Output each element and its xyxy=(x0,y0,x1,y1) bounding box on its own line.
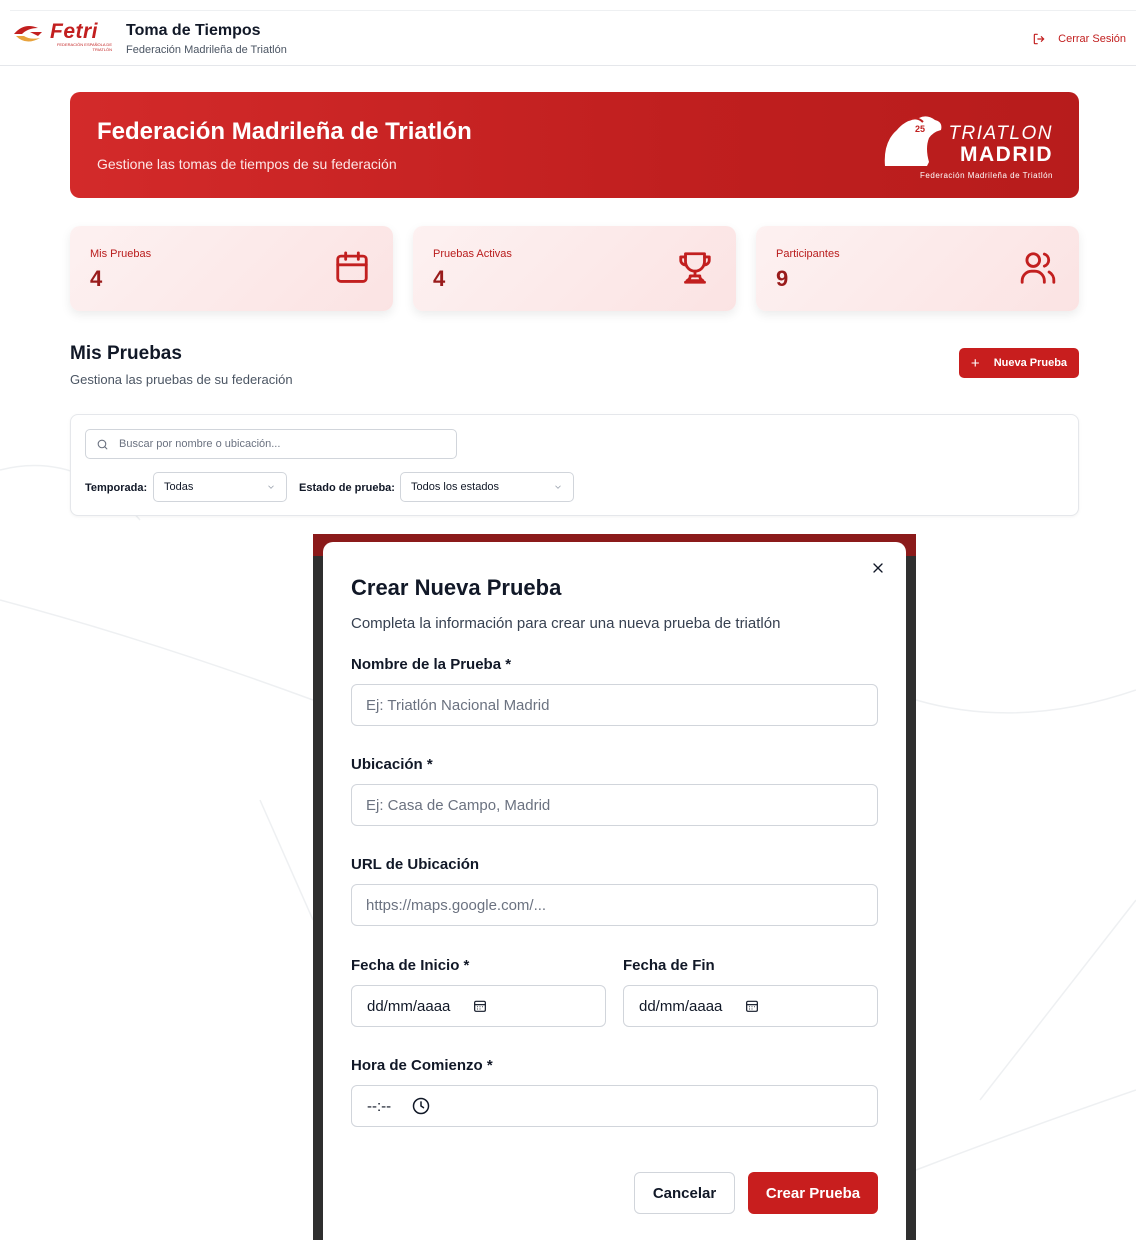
create-event-dialog: Crear Nueva Prueba Completa la informaci… xyxy=(323,542,906,1240)
start-date-label: Fecha de Inicio * xyxy=(351,957,470,974)
search-input[interactable]: Buscar por nombre o ubicación... xyxy=(85,429,457,459)
top-bar: Fetri FEDERACIÓN ESPAÑOLA DE TRIATLÓN To… xyxy=(0,0,1136,66)
stat-value: 4 xyxy=(433,266,446,291)
name-placeholder: Ej: Triatlón Nacional Madrid xyxy=(366,696,550,714)
location-label: Ubicación * xyxy=(351,756,433,773)
logo-line-triatlon: TRIATLON xyxy=(948,123,1053,144)
section-subtitle: Gestiona las pruebas de su federación xyxy=(70,372,293,387)
season-value: Todas xyxy=(164,481,194,493)
logout-button[interactable]: Cerrar Sesión xyxy=(1032,32,1126,46)
dialog-subtitle: Completa la información para crear una n… xyxy=(351,615,781,632)
stat-card-pruebas-activas: Pruebas Activas 4 xyxy=(413,226,736,311)
banner-subtitle: Gestione las tomas de tiempos de su fede… xyxy=(97,156,397,172)
url-placeholder: https://maps.google.com/... xyxy=(366,896,547,914)
search-icon xyxy=(97,439,108,449)
start-time-placeholder: --:-- xyxy=(367,1097,392,1115)
start-date-placeholder: dd/mm/aaaa xyxy=(367,997,451,1015)
dialog-title: Crear Nueva Prueba xyxy=(351,575,562,600)
calendar-picker-icon[interactable] xyxy=(472,998,488,1014)
trophy-icon xyxy=(679,252,711,284)
fetri-emblem-icon xyxy=(14,26,42,42)
logout-icon xyxy=(1033,33,1045,45)
season-select[interactable]: Todas xyxy=(153,472,287,502)
fetri-logo-text: Fetri xyxy=(50,20,99,43)
search-placeholder: Buscar por nombre o ubicación... xyxy=(119,438,281,450)
status-value: Todos los estados xyxy=(411,481,500,493)
calendar-icon xyxy=(336,251,368,283)
stat-value: 9 xyxy=(776,266,789,291)
plus-icon: + xyxy=(970,354,980,372)
fetri-logo: Fetri FEDERACIÓN ESPAÑOLA DE TRIATLÓN xyxy=(12,20,112,56)
end-date-input[interactable]: dd/mm/aaaa xyxy=(623,985,878,1027)
svg-text:25: 25 xyxy=(915,124,925,134)
logout-label: Cerrar Sesión xyxy=(1058,33,1126,45)
status-select[interactable]: Todos los estados xyxy=(400,472,574,502)
logo-line-madrid: MADRID xyxy=(960,143,1053,166)
stat-label: Pruebas Activas xyxy=(433,248,512,260)
filters-panel: Buscar por nombre o ubicación... Tempora… xyxy=(70,414,1079,516)
chevron-down-icon xyxy=(555,485,561,489)
close-icon[interactable] xyxy=(870,560,886,576)
fetri-logo-subtext: FEDERACIÓN ESPAÑOLA DE TRIATLÓN xyxy=(56,42,112,52)
end-date-placeholder: dd/mm/aaaa xyxy=(639,997,723,1015)
location-placeholder: Ej: Casa de Campo, Madrid xyxy=(366,796,551,814)
app-subtitle: Federación Madrileña de Triatlón xyxy=(126,44,287,56)
start-time-label: Hora de Comienzo * xyxy=(351,1057,493,1074)
season-label: Temporada: xyxy=(85,482,148,494)
start-time-input[interactable]: --:-- xyxy=(351,1085,878,1127)
federation-banner: Federación Madrileña de Triatlón Gestion… xyxy=(70,92,1079,198)
url-label: URL de Ubicación xyxy=(351,856,480,873)
clock-icon[interactable] xyxy=(411,1096,431,1116)
bear-emblem-icon: 25 xyxy=(884,116,942,166)
stat-label: Mis Pruebas xyxy=(90,248,152,260)
app-title: Toma de Tiempos xyxy=(126,22,261,39)
banner-title: Federación Madrileña de Triatlón xyxy=(97,118,472,145)
create-event-submit-button[interactable]: Crear Prueba xyxy=(748,1172,878,1214)
name-label: Nombre de la Prueba * xyxy=(351,656,512,673)
triatlon-madrid-logo: 25 TRIATLON MADRID Federación Madrileña … xyxy=(875,110,1055,182)
new-event-label: Nueva Prueba xyxy=(993,357,1068,369)
top-divider xyxy=(10,10,1136,11)
stat-label: Participantes xyxy=(776,248,840,260)
users-icon xyxy=(1020,252,1056,284)
end-date-label: Fecha de Fin xyxy=(623,957,715,974)
status-label: Estado de prueba: xyxy=(299,482,395,494)
stat-card-mis-pruebas: Mis Pruebas 4 xyxy=(70,226,393,311)
logo-line-federation: Federación Madrileña de Triatlón xyxy=(920,171,1053,180)
new-event-button[interactable]: + Nueva Prueba xyxy=(959,348,1079,378)
chevron-down-icon xyxy=(268,485,274,489)
cancel-button[interactable]: Cancelar xyxy=(634,1172,735,1214)
section-title: Mis Pruebas xyxy=(70,343,182,364)
calendar-picker-icon[interactable] xyxy=(744,998,760,1014)
url-input[interactable]: https://maps.google.com/... xyxy=(351,884,878,926)
start-date-input[interactable]: dd/mm/aaaa xyxy=(351,985,606,1027)
name-input[interactable]: Ej: Triatlón Nacional Madrid xyxy=(351,684,878,726)
location-input[interactable]: Ej: Casa de Campo, Madrid xyxy=(351,784,878,826)
stat-card-participantes: Participantes 9 xyxy=(756,226,1079,311)
stat-value: 4 xyxy=(90,266,103,291)
